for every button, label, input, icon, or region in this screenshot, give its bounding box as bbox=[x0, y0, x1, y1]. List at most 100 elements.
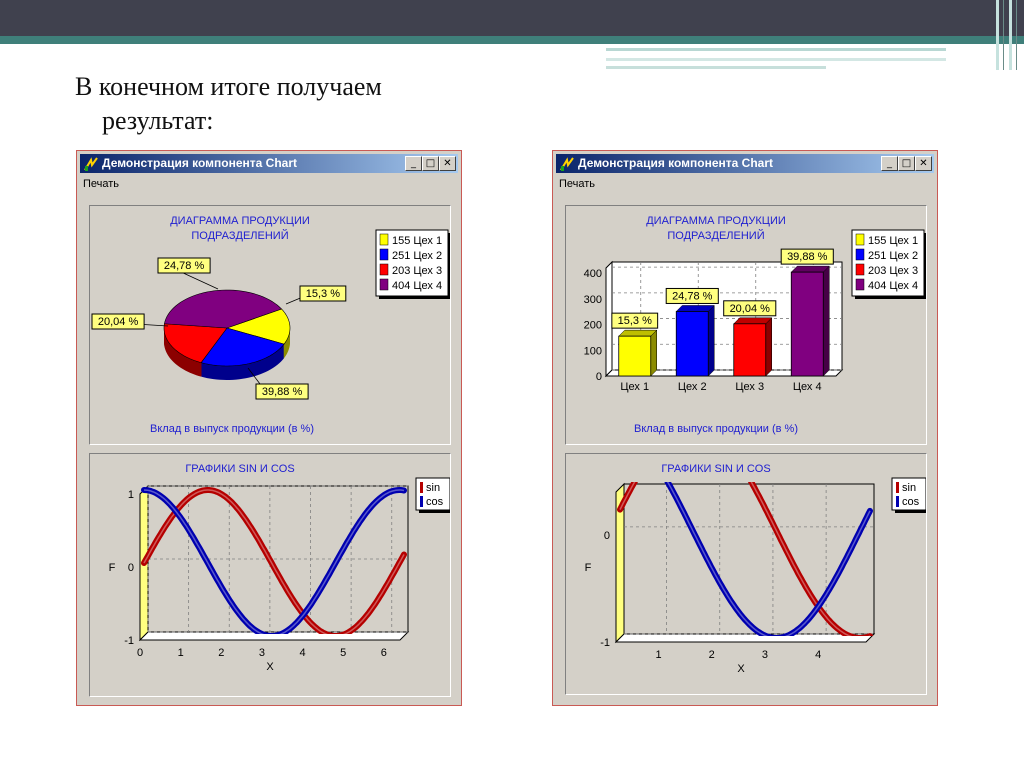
slide-text-line2: результат: bbox=[102, 106, 214, 135]
bar-top bbox=[790, 265, 830, 273]
sin-cos-chart: ГРАФИКИ SIN И COSsincos0 1 2 3 4 5 6-101XF bbox=[109, 463, 453, 673]
close-button[interactable]: ✕ bbox=[439, 156, 456, 171]
x-tick-label: 1 bbox=[178, 647, 184, 659]
chart-title: ПОДРАЗДЕЛЕНИЙ bbox=[667, 229, 764, 242]
y-tick-label: 200 bbox=[584, 320, 602, 332]
legend-entry: 404 Цех 4 bbox=[868, 280, 918, 292]
sin-cos-chart-panel: ГРАФИКИ SIN И COS sin cos 1 2 3 4 -1 0 X F bbox=[565, 453, 929, 695]
legend-swatch bbox=[855, 278, 865, 291]
value-label: 39,88 % bbox=[787, 251, 828, 263]
minimize-button[interactable]: _ bbox=[405, 156, 422, 171]
y-axis-label: F bbox=[585, 562, 592, 574]
legend-entry: 155 Цех 1 bbox=[868, 235, 918, 247]
value-label: 15,3 % bbox=[618, 315, 652, 327]
decor-line bbox=[606, 48, 946, 51]
bar bbox=[618, 335, 652, 377]
x-tick-label: 4 bbox=[299, 647, 305, 659]
legend-entry: 251 Цех 2 bbox=[868, 250, 918, 262]
legend-entry: cos bbox=[426, 496, 444, 508]
bar bbox=[790, 271, 824, 377]
decor-stripe bbox=[996, 0, 999, 70]
y-tick-label: 1 bbox=[128, 489, 134, 501]
bar-chart-panel: ДИАГРАММА ПРОДУКЦИИ ПОДРАЗДЕЛЕНИЙ 155 Цех … bbox=[565, 205, 927, 445]
value-label: 15,3 % bbox=[306, 288, 340, 300]
x-tick-label: 2 bbox=[218, 647, 224, 659]
minimize-button[interactable]: _ bbox=[881, 156, 898, 171]
menu-item-print[interactable]: Печать bbox=[559, 178, 595, 190]
slide-accent-band bbox=[0, 36, 1024, 44]
window-title: Демонстрация компонента Chart bbox=[578, 156, 774, 170]
value-label: 24,78 % bbox=[164, 260, 205, 272]
sin-cos-chart-panel: ГРАФИКИ SIN И COS sin cos 0 1 2 3 4 5 6 -1 0 1 X F bbox=[89, 453, 453, 697]
pie-chart: ДИАГРАММА ПРОДУКЦИИ ПОДРАЗДЕЛЕНИЙ 155 Цех … bbox=[91, 215, 451, 435]
bar-side bbox=[708, 304, 715, 377]
legend-entry: sin bbox=[902, 482, 916, 494]
legend-swatch bbox=[379, 263, 389, 276]
x-tick-label: 3 bbox=[259, 647, 265, 659]
x-tick-label: Цех 3 bbox=[735, 381, 764, 393]
value-label: 24,78 % bbox=[672, 290, 713, 302]
decor-stripe bbox=[1016, 0, 1017, 70]
maximize-button[interactable]: □ bbox=[898, 156, 915, 171]
app-icon bbox=[560, 157, 574, 171]
window-title: Демонстрация компонента Chart bbox=[102, 156, 298, 170]
bar-side bbox=[765, 317, 772, 377]
legend-swatch bbox=[379, 233, 389, 246]
window-title-bar[interactable]: Демонстрация компонента Chart _ □ ✕ bbox=[556, 154, 934, 173]
app-icon bbox=[84, 157, 98, 171]
legend-entry: 203 Цех 3 bbox=[392, 265, 442, 277]
legend-swatch bbox=[379, 278, 389, 291]
legend-swatch bbox=[855, 248, 865, 261]
y-tick-label: 0 bbox=[128, 562, 134, 574]
window-title-bar[interactable]: Демонстрация компонента Chart _ □ ✕ bbox=[80, 154, 458, 173]
legend-swatch bbox=[420, 482, 423, 493]
legend-swatch bbox=[855, 263, 865, 276]
chart-demo-window-left: Демонстрация компонента Chart _ □ ✕ Печа… bbox=[76, 150, 462, 706]
bar-top bbox=[733, 317, 773, 325]
y-axis-label: F bbox=[109, 562, 116, 574]
decor-stripe bbox=[1003, 0, 1004, 70]
x-axis-label: X bbox=[266, 661, 274, 673]
x-axis-label: X bbox=[737, 663, 745, 675]
x-tick-label: 2 bbox=[709, 649, 715, 661]
x-tick-label: 5 bbox=[340, 647, 346, 659]
slide-text-line1: В конечном итоге получаем bbox=[75, 72, 382, 101]
value-label: 39,88 % bbox=[262, 386, 303, 398]
slide-top-bar bbox=[0, 0, 1024, 36]
pie-chart-panel: ДИАГРАММА ПРОДУКЦИИ ПОДРАЗДЕЛЕНИЙ 155 Цех … bbox=[89, 205, 451, 445]
legend-swatch bbox=[855, 233, 865, 246]
plot-back-wall bbox=[623, 483, 875, 635]
bar bbox=[675, 311, 709, 377]
y-tick-label: 400 bbox=[584, 268, 602, 280]
chart-title: ГРАФИКИ SIN И COS bbox=[661, 463, 770, 475]
value-label: 20,04 % bbox=[730, 303, 771, 315]
chart-caption: Вклад в выпуск продукции (в %) bbox=[150, 423, 314, 435]
decor-line bbox=[606, 58, 946, 61]
chart-title: ПОДРАЗДЕЛЕНИЙ bbox=[191, 229, 288, 242]
menu-item-print[interactable]: Печать bbox=[83, 178, 119, 190]
legend-entry: 155 Цех 1 bbox=[392, 235, 442, 247]
close-button[interactable]: ✕ bbox=[915, 156, 932, 171]
maximize-button[interactable]: □ bbox=[422, 156, 439, 171]
bar-chart: ДИАГРАММА ПРОДУКЦИИ ПОДРАЗДЕЛЕНИЙ 155 Цех … bbox=[584, 215, 927, 435]
chart-title: ГРАФИКИ SIN И COS bbox=[185, 463, 294, 475]
sin-cos-chart: ГРАФИКИ SIN И COS sin cos 1 2 3 4 -1 0 X F bbox=[585, 463, 929, 675]
y-tick-label: 300 bbox=[584, 294, 602, 306]
legend-entry: cos bbox=[902, 496, 920, 508]
y-tick-label: 100 bbox=[584, 345, 602, 357]
chart-title: ДИАГРАММА ПРОДУКЦИИ bbox=[170, 215, 310, 227]
x-tick-label: 1 bbox=[655, 649, 661, 661]
legend-swatch bbox=[896, 482, 899, 493]
legend-entry: sin bbox=[426, 482, 440, 494]
bar bbox=[733, 323, 767, 377]
x-tick-label: Цех 2 bbox=[678, 381, 707, 393]
legend-swatch bbox=[420, 496, 423, 507]
decor-line bbox=[606, 66, 826, 69]
x-tick-label: 0 bbox=[137, 647, 143, 659]
bar-side bbox=[650, 329, 657, 377]
y-tick-label: 0 bbox=[604, 530, 610, 542]
value-label: 20,04 % bbox=[98, 316, 139, 328]
y-tick-label: 0 bbox=[596, 371, 602, 383]
y-tick-label: -1 bbox=[124, 635, 134, 647]
legend-entry: 251 Цех 2 bbox=[392, 250, 442, 262]
